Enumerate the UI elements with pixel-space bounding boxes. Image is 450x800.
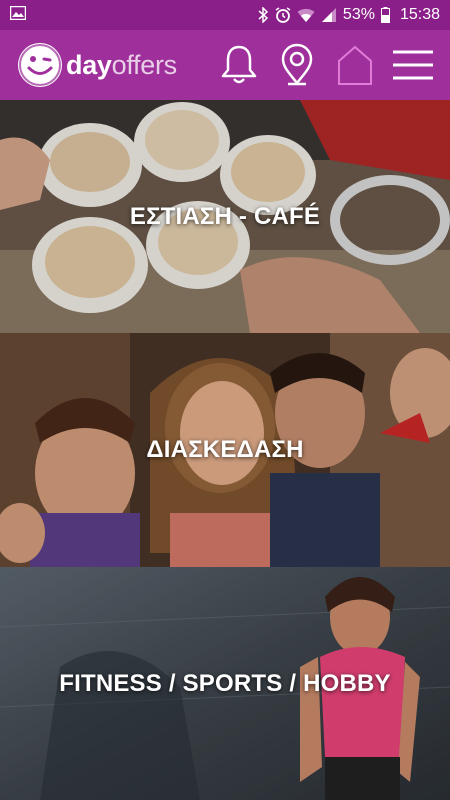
category-label: ΔΙΑΣΚΕΔΑΣΗ — [146, 436, 304, 463]
home-icon — [336, 43, 374, 87]
home-button[interactable] — [326, 36, 384, 94]
image-notification-icon — [9, 5, 27, 25]
category-label: FITNESS / SPORTS / HOBBY — [59, 669, 391, 697]
cell-signal-icon — [321, 7, 337, 23]
category-tile-entertainment[interactable]: ΔΙΑΣΚΕΔΑΣΗ — [0, 333, 450, 567]
app-header: dayoffers — [0, 30, 450, 100]
smiley-logo-icon — [18, 43, 62, 87]
dayoffers-logo[interactable]: dayoffers — [18, 43, 177, 87]
category-tile-fitness[interactable]: FITNESS / SPORTS / HOBBY — [0, 567, 450, 800]
logo-wordmark: dayoffers — [66, 50, 177, 81]
battery-percent: 53% — [342, 6, 375, 23]
wifi-icon — [297, 7, 315, 23]
logo-text-bold: day — [66, 49, 112, 80]
location-pin-icon — [279, 43, 315, 87]
category-label: ΕΣΤΙΑΣΗ - CAFÉ — [129, 202, 321, 230]
category-tile-cafe[interactable]: ΕΣΤΙΑΣΗ - CAFÉ — [0, 100, 450, 333]
bluetooth-icon — [258, 7, 269, 23]
logo-text-light: offers — [111, 49, 178, 80]
clock: 15:38 — [399, 6, 440, 23]
battery-icon — [380, 7, 390, 23]
menu-button[interactable] — [384, 36, 442, 94]
bell-icon — [219, 44, 259, 86]
notifications-button[interactable] — [210, 36, 268, 94]
menu-icon — [393, 49, 433, 81]
status-bar: 53% 15:38 — [0, 0, 450, 30]
alarm-icon — [275, 7, 291, 23]
location-button[interactable] — [268, 36, 326, 94]
